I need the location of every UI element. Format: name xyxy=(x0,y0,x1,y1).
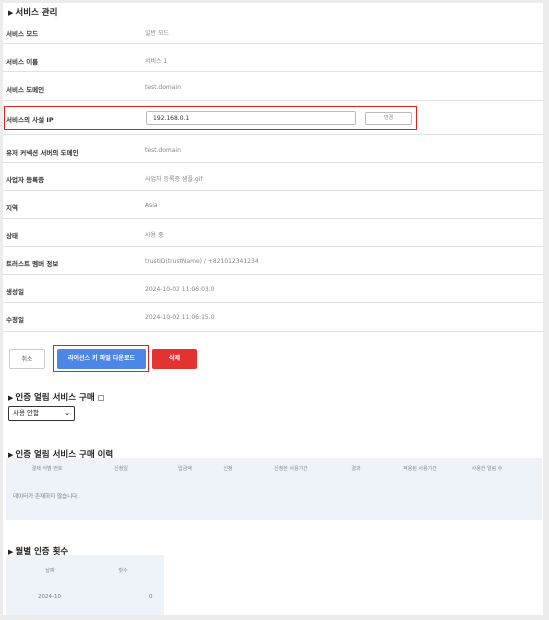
column-header: 입금액 xyxy=(178,466,192,472)
row-value: 2024-10-02 11:06:15.0 xyxy=(145,314,215,321)
row-value: 일반 모드 xyxy=(145,30,169,37)
monthly-table: 날짜 횟수 2024-10 0 xyxy=(6,555,164,615)
ip-label: 서비스의 사설 IP xyxy=(6,116,54,124)
column-header: 결제 식별 번호 xyxy=(31,466,63,472)
column-header: 결과 xyxy=(351,466,361,472)
cancel-button[interactable]: 취소 xyxy=(9,349,45,369)
row-label: 서비스 모드 xyxy=(6,30,39,38)
column-header: 신청일 xyxy=(114,466,128,472)
row-label: 생성일 xyxy=(6,288,24,296)
row-label: 사업자 등록증 xyxy=(6,176,45,184)
row-value: 사용 중 xyxy=(145,232,164,239)
row-label: 상태 xyxy=(6,232,18,240)
ip-change-button[interactable]: 변경 xyxy=(365,112,412,125)
row-modified: 수정일 2024-10-02 11:06:15.0 xyxy=(3,303,543,332)
row-value: test.domain xyxy=(145,84,181,91)
row-value: Asia xyxy=(145,202,158,209)
info-icon xyxy=(97,394,104,401)
row-value: 2024-10-02 11:06:03.0 xyxy=(145,286,215,293)
triangle-icon: ▶ xyxy=(8,394,14,402)
empty-message: 데이터가 존재하지 않습니다. xyxy=(13,494,79,500)
column-header: 사용한 얼림 수 xyxy=(471,466,503,472)
row-service-mode: 서비스 모드 일반 모드 xyxy=(3,16,543,44)
license-download-button[interactable]: 라이선스 키 파일 다운로드 xyxy=(57,349,146,369)
row-business-registration: 사업자 등록증 사업자 등록증 샘플.gif xyxy=(3,163,543,191)
row-label: 트러스트 멤버 정보 xyxy=(6,260,59,268)
row-label: 서비스 도메인 xyxy=(6,86,45,94)
row-region: 지역 Asia xyxy=(3,191,543,219)
column-header: 신청한 사용기간 xyxy=(274,466,308,472)
row-label: 유저 커넥션 서버의 도메인 xyxy=(6,149,79,157)
row-value: 서비스 1 xyxy=(145,58,168,65)
purchase-select[interactable]: 사용 안함 ⌄ xyxy=(8,406,75,421)
row-label: 지역 xyxy=(6,204,18,212)
chevron-down-icon: ⌄ xyxy=(64,409,70,417)
row-status: 상태 사용 중 xyxy=(3,219,543,247)
main-panel: ▶ 서비스 관리 서비스 모드 일반 모드 서비스 이름 서비스 1 서비스 도메… xyxy=(3,3,543,615)
private-ip-input[interactable]: 192.168.0.1 xyxy=(146,111,356,125)
purchase-section-title: ▶ 인증 얼림 서비스 구매 xyxy=(8,391,104,403)
delete-button[interactable]: 삭제 xyxy=(152,349,197,369)
count-cell: 0 xyxy=(149,594,153,600)
column-header: 신청 xyxy=(223,466,233,472)
row-value: trustID(trustName) / +821012341234 xyxy=(145,258,259,265)
column-header: 횟수 xyxy=(118,568,128,574)
history-table: 결제 식별 번호 신청일 입금액 신청 신청한 사용기간 결과 적용된 사용기간… xyxy=(6,458,542,520)
row-service-name: 서비스 이름 서비스 1 xyxy=(3,44,543,72)
row-service-domain: 서비스 도메인 test.domain xyxy=(3,72,543,101)
row-user-connection-domain: 유저 커넥션 서버의 도메인 test.domain xyxy=(3,135,543,163)
column-header: 적용된 사용기간 xyxy=(403,466,437,472)
row-value: 사업자 등록증 샘플.gif xyxy=(145,176,203,183)
month-cell: 2024-10 xyxy=(38,594,61,600)
row-trust-member: 트러스트 멤버 정보 trustID(trustName) / +8210123… xyxy=(3,247,543,275)
row-label: 수정일 xyxy=(6,316,24,324)
column-header: 날짜 xyxy=(45,568,55,574)
row-label: 서비스 이름 xyxy=(6,58,39,66)
row-value: test.domain xyxy=(145,147,181,154)
row-created: 생성일 2024-10-02 11:06:03.0 xyxy=(3,275,543,303)
